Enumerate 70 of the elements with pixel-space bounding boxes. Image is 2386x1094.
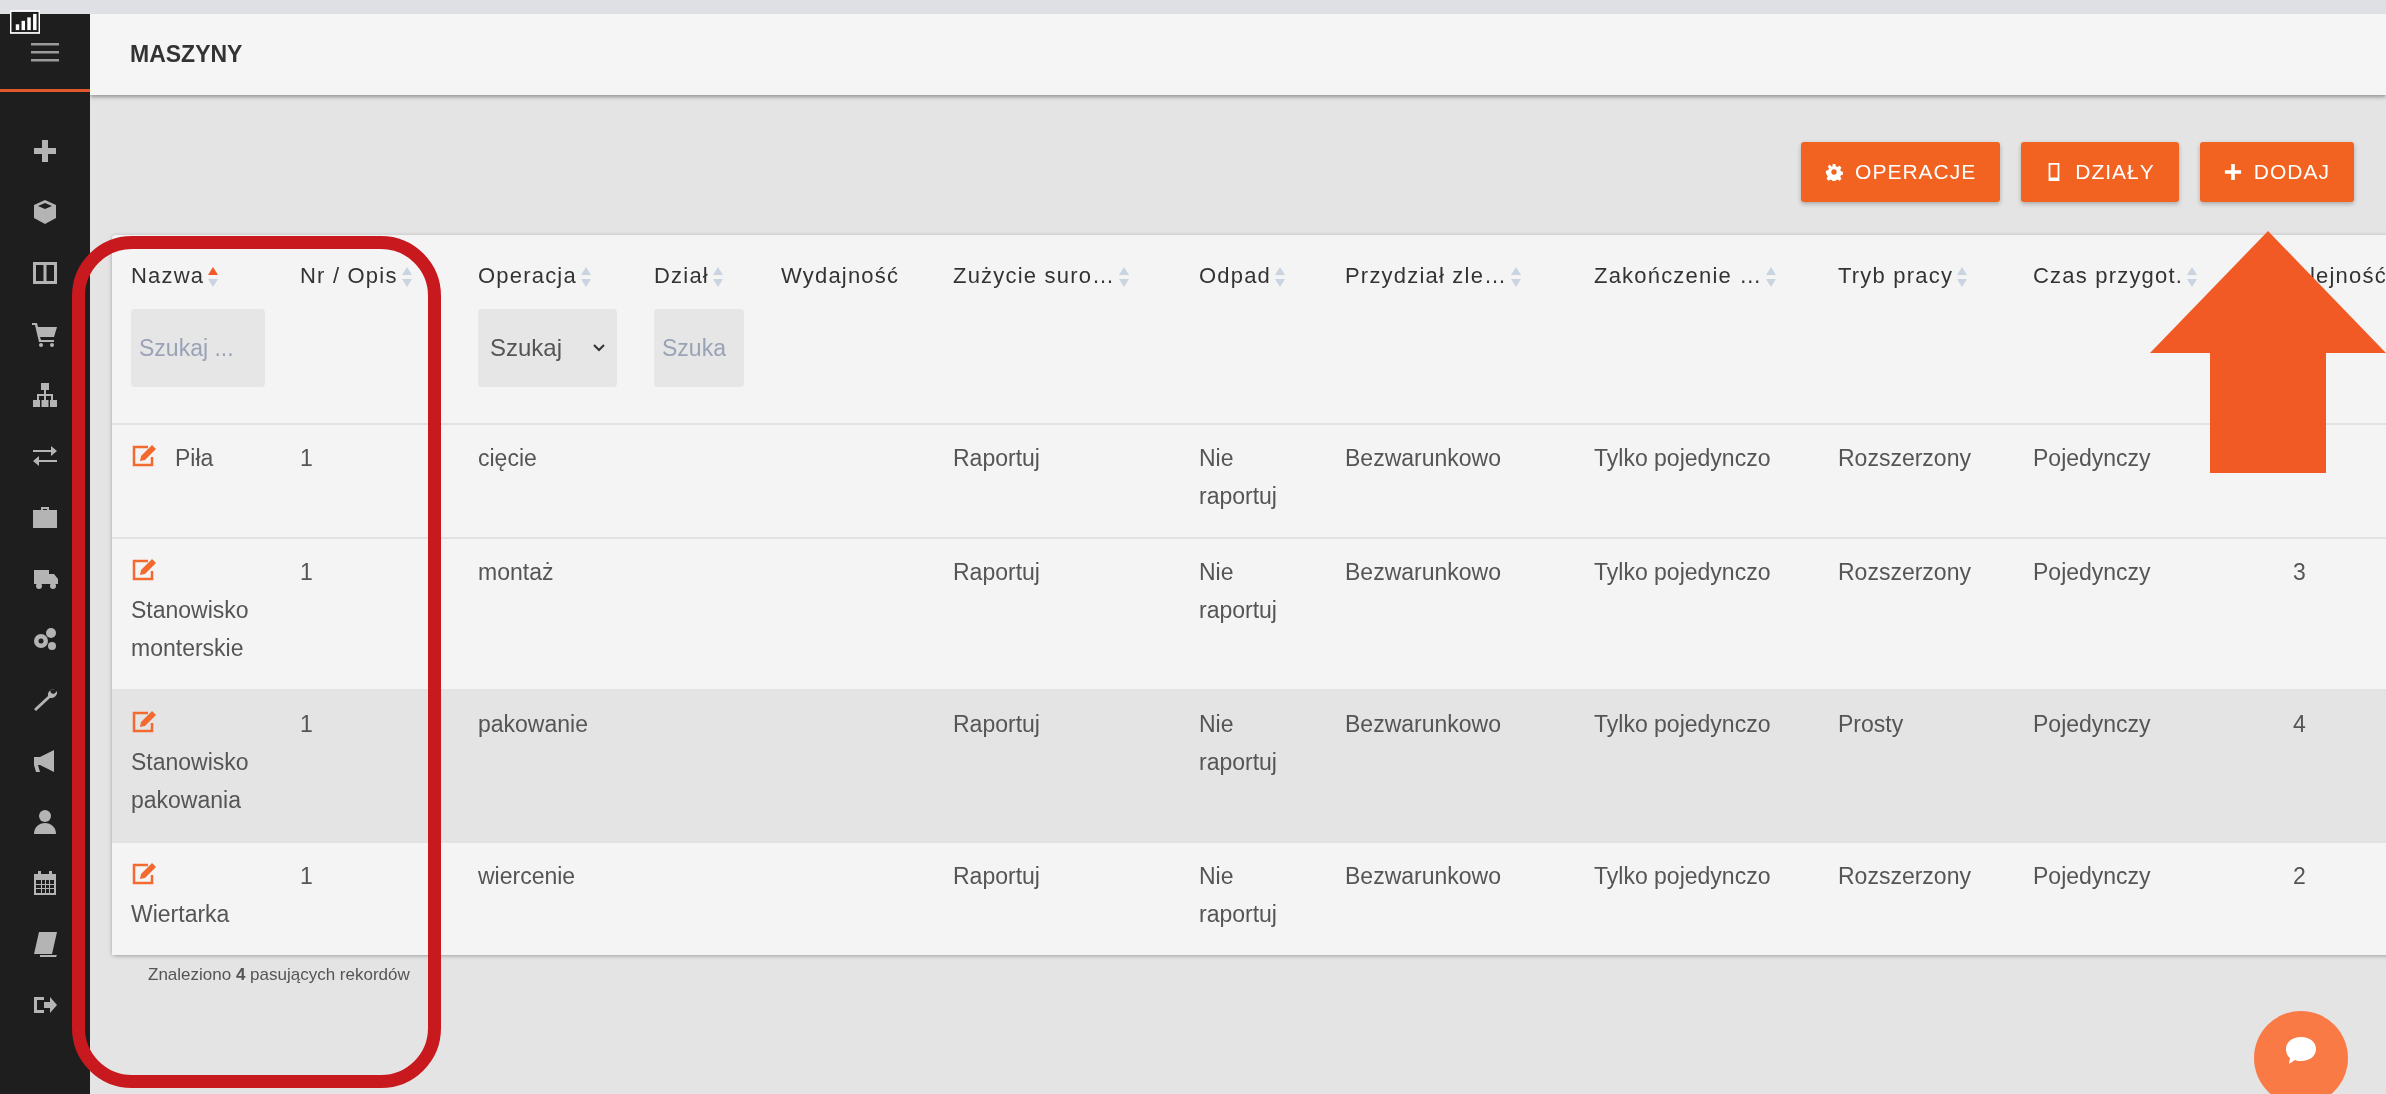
page-title: MASZYNY bbox=[130, 41, 243, 68]
column-header[interactable]: Nr / Opis bbox=[300, 263, 398, 289]
table-cell: Nie raportuj bbox=[1199, 559, 1277, 623]
table-cell: wiercenie bbox=[478, 863, 576, 889]
table-cell: Tylko pojedynczo bbox=[1594, 863, 1771, 889]
table-cell: montaż bbox=[478, 559, 554, 585]
table-cell: Tylko pojedynczo bbox=[1594, 445, 1771, 471]
table-cell: Nie raportuj bbox=[1199, 711, 1277, 775]
machine-name: Stanowisko monterskie bbox=[131, 597, 249, 661]
table-cell: 1 bbox=[300, 711, 313, 737]
table-cell: Tylko pojedynczo bbox=[1594, 559, 1771, 585]
column-header[interactable]: Zużycie suro… bbox=[953, 263, 1116, 289]
records-count: Znaleziono 4 pasujących rekordów bbox=[148, 965, 411, 985]
column-header[interactable]: Tryb pracy bbox=[1838, 263, 1954, 289]
table-cell: Bezwarunkowo bbox=[1345, 445, 1501, 471]
machine-name: Piła bbox=[175, 445, 214, 471]
plus-icon[interactable] bbox=[31, 137, 59, 165]
table-cell: Rozszerzony bbox=[1838, 863, 1971, 889]
column-header: Wydajność bbox=[781, 263, 900, 289]
edit-icon[interactable] bbox=[131, 558, 157, 582]
column-header[interactable]: Zakończenie … bbox=[1594, 263, 1763, 289]
table-cell: Tylko pojedynczo bbox=[1594, 711, 1771, 737]
cube-icon[interactable] bbox=[31, 198, 59, 226]
table-cell: Raportuj bbox=[953, 445, 1040, 471]
machine-name: Stanowisko pakowania bbox=[131, 749, 249, 813]
table-cell: Pojedynczy bbox=[2033, 711, 2151, 737]
table-cell: 1 bbox=[300, 445, 313, 471]
user-icon[interactable] bbox=[31, 808, 59, 836]
calendar-icon[interactable] bbox=[31, 869, 59, 897]
column-header[interactable]: Przydział zle… bbox=[1345, 263, 1508, 289]
search-field[interactable]: Szuka bbox=[654, 309, 744, 387]
column-header[interactable]: Czas przygot. bbox=[2033, 263, 2184, 289]
column-header[interactable]: Odpad bbox=[1199, 263, 1272, 289]
table-cell: 1 bbox=[300, 863, 313, 889]
table-cell: Nie raportuj bbox=[1199, 863, 1277, 927]
table-cell: 2 bbox=[2293, 863, 2306, 889]
column-header: lejność bbox=[2310, 263, 2386, 289]
table-cell: cięcie bbox=[478, 445, 537, 471]
filter-dropdown[interactable]: Szukaj bbox=[478, 309, 617, 387]
table-cell: Raportuj bbox=[953, 863, 1040, 889]
table-cell: Bezwarunkowo bbox=[1345, 559, 1501, 585]
chevron-down-icon bbox=[593, 344, 605, 352]
column-header[interactable]: Nazwa bbox=[131, 263, 205, 289]
table-cell: Prosty bbox=[1838, 711, 1904, 737]
sitemap-icon[interactable] bbox=[31, 381, 59, 409]
table-cell: Bezwarunkowo bbox=[1345, 863, 1501, 889]
cart-icon[interactable] bbox=[31, 320, 59, 348]
edit-icon[interactable] bbox=[131, 444, 157, 468]
table-cell: Rozszerzony bbox=[1838, 445, 1971, 471]
table-cell: Bezwarunkowo bbox=[1345, 711, 1501, 737]
column-header[interactable]: Operacja bbox=[478, 263, 577, 289]
machine-name: Wiertarka bbox=[131, 901, 230, 927]
edit-icon[interactable] bbox=[131, 862, 157, 886]
table-cell: Nie raportuj bbox=[1199, 445, 1277, 509]
table-cell: Rozszerzony bbox=[1838, 559, 1971, 585]
table-cell: 4 bbox=[2293, 711, 2306, 737]
table-cell: Pojedynczy bbox=[2033, 445, 2151, 471]
table-cell: 3 bbox=[2293, 559, 2306, 585]
columns-icon[interactable] bbox=[31, 259, 59, 287]
gear-icon bbox=[1825, 163, 1844, 181]
table-cell: Raportuj bbox=[953, 711, 1040, 737]
table-cell: 1 bbox=[300, 559, 313, 585]
table-cell: Pojedynczy bbox=[2033, 559, 2151, 585]
menu-icon bbox=[31, 41, 59, 62]
plus-icon bbox=[2223, 163, 2242, 181]
table-cell: Pojedynczy bbox=[2033, 863, 2151, 889]
table-cell: pakowanie bbox=[478, 711, 588, 737]
table-cell: Raportuj bbox=[953, 559, 1040, 585]
search-field[interactable]: Szukaj ... bbox=[131, 309, 265, 387]
column-header[interactable]: Dział bbox=[654, 263, 709, 289]
